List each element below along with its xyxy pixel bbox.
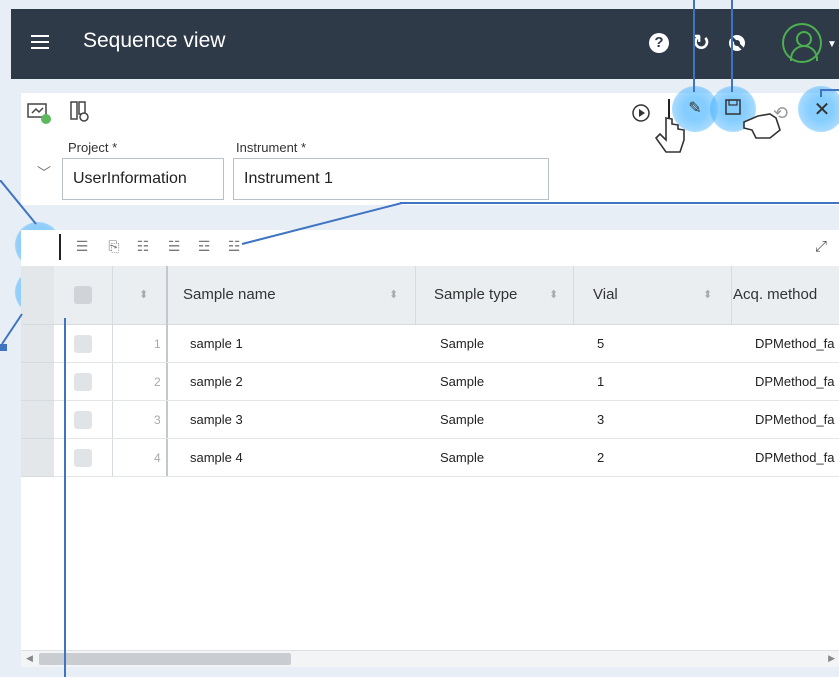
row-checkbox[interactable] (74, 411, 92, 429)
expand-icon[interactable]: ⤢ (815, 238, 827, 255)
sort-icon[interactable]: ⬍ (139, 288, 148, 301)
user-avatar[interactable] (782, 23, 822, 63)
chevron-down-icon[interactable]: ▼ (827, 39, 837, 50)
sort-icon[interactable]: ⬍ (703, 288, 712, 301)
callout-line (0, 180, 37, 225)
row-checkbox[interactable] (74, 449, 92, 467)
table-row[interactable]: 2 sample 2 Sample 1 DPMethod_fa (54, 363, 839, 401)
instrument-label: Instrument * (236, 140, 307, 155)
sequence-table: ⬍ Sample name ⬍ Sample type ⬍ Vial ⬍ Acq… (21, 266, 839, 650)
insert-row-above-icon[interactable]: ☱ (165, 238, 183, 256)
scroll-left-icon[interactable]: ◀ (26, 653, 33, 664)
top-bar: Sequence view ? ↻ ▼ (11, 9, 839, 79)
table-row[interactable]: 1 sample 1 Sample 5 DPMethod_fa (54, 325, 839, 363)
sort-icon[interactable]: ⬍ (549, 288, 558, 301)
chevron-down-icon[interactable]: ﹀ (37, 163, 51, 183)
callout-line (400, 202, 839, 204)
columns-icon[interactable] (69, 99, 91, 129)
eye-off-icon[interactable] (725, 31, 749, 55)
callout-line (820, 89, 822, 97)
table-header: ⬍ Sample name ⬍ Sample type ⬍ Vial ⬍ Acq… (21, 266, 839, 325)
sort-icon[interactable]: ⬍ (389, 288, 398, 301)
scroll-right-icon[interactable]: ▶ (828, 653, 835, 664)
column-header-sample-type[interactable]: Sample type (434, 286, 517, 303)
monitor-status-icon[interactable] (27, 101, 53, 131)
callout-line (731, 0, 733, 92)
row-checkbox[interactable] (74, 335, 92, 353)
project-field[interactable]: UserInformation (62, 158, 224, 200)
select-all-checkbox[interactable] (74, 286, 92, 304)
row-selector[interactable] (21, 439, 54, 477)
pencil-icon: ✎ (688, 100, 702, 117)
instrument-field[interactable]: Instrument 1 (233, 158, 549, 200)
callout-line (241, 202, 403, 245)
copy-rows-icon[interactable]: ⎘ (105, 238, 123, 256)
row-checkbox[interactable] (74, 373, 92, 391)
project-label: Project * (68, 140, 118, 155)
table-toolbar: ☰ ⎘ ☷ ☱ ☲ ☳ ⤢ (21, 230, 839, 266)
table-row[interactable]: 3 sample 3 Sample 3 DPMethod_fa (54, 401, 839, 439)
play-icon[interactable] (631, 103, 651, 126)
row-selector[interactable] (21, 363, 54, 401)
hand-pointer-icon (654, 117, 685, 153)
help-icon[interactable]: ? (649, 33, 669, 53)
close-icon: ✕ (813, 99, 831, 121)
callout-line (64, 318, 66, 677)
insert-row-below-icon[interactable]: ☷ (134, 238, 152, 256)
remove-rows-icon[interactable]: ☰ (73, 238, 91, 256)
row-selector[interactable] (21, 401, 54, 439)
callout-marker (0, 344, 7, 351)
column-header-acq-method[interactable]: Acq. method (733, 286, 817, 303)
column-header-vial[interactable]: Vial (593, 286, 618, 303)
callout-line (693, 0, 695, 92)
scrollbar-thumb[interactable] (39, 653, 291, 665)
menu-icon[interactable] (31, 35, 49, 49)
page-title: Sequence view (83, 29, 226, 52)
hand-pointer-icon (743, 113, 781, 139)
callout-line (820, 89, 839, 91)
move-row-down-icon[interactable]: ☲ (195, 238, 213, 256)
column-header-sample-name[interactable]: Sample name (183, 286, 276, 303)
horizontal-scrollbar[interactable]: ◀ ▶ (21, 650, 839, 667)
row-selector[interactable] (21, 325, 54, 363)
table-row[interactable]: 4 sample 4 Sample 2 DPMethod_fa (54, 439, 839, 477)
